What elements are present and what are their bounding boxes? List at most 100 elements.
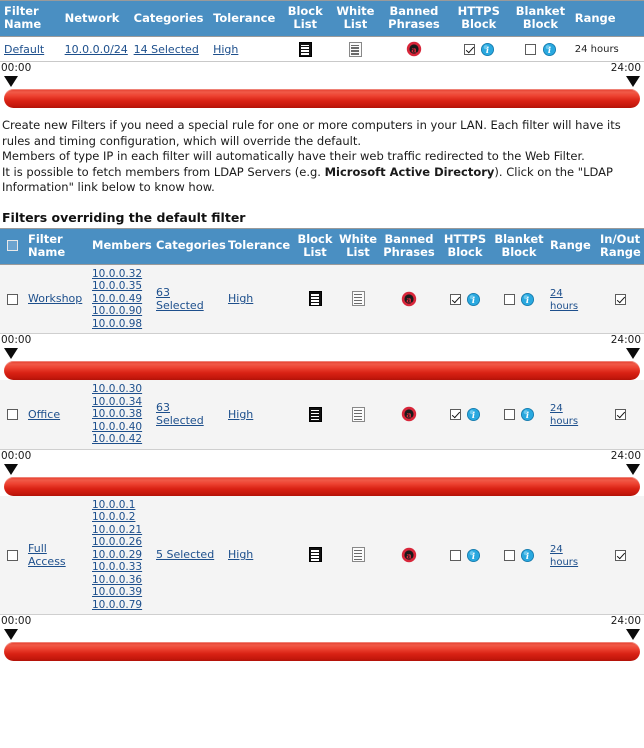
range-link[interactable]: 24 hours <box>550 544 578 568</box>
timeline-end-handle[interactable] <box>626 348 640 359</box>
categories-link[interactable]: 14 Selected <box>134 43 199 56</box>
tolerance-link[interactable]: High <box>228 292 253 305</box>
member-ip-link[interactable]: 10.0.0.36 <box>92 574 148 587</box>
col-header-blanket-block[interactable]: Blanket Block <box>492 227 546 265</box>
member-ip-link[interactable]: 10.0.0.29 <box>92 549 148 562</box>
timeline-range-bar[interactable] <box>4 642 640 661</box>
col-header-block-list[interactable]: Block List <box>294 227 336 265</box>
col-header-tolerance[interactable]: Tolerance <box>209 0 281 37</box>
col-header-block-list[interactable]: Block List <box>280 0 331 37</box>
block-list-icon[interactable] <box>298 41 312 57</box>
col-header-network[interactable]: Network <box>60 0 130 37</box>
info-icon[interactable]: i <box>521 408 535 421</box>
filter-timeline[interactable]: 00:00 24:00 <box>0 334 644 380</box>
info-icon[interactable]: i <box>481 42 495 56</box>
member-ip-link[interactable]: 10.0.0.79 <box>92 599 148 612</box>
col-header-filter-name[interactable]: Filter Name <box>0 0 61 37</box>
col-header-tolerance[interactable]: Tolerance <box>224 227 294 265</box>
col-header-members[interactable]: Members <box>88 227 152 265</box>
blanket-block-checkbox[interactable] <box>503 549 515 561</box>
range-link[interactable]: 24 hours <box>550 403 578 427</box>
col-header-banned-phrases[interactable]: Banned Phrases <box>380 0 448 37</box>
member-ip-link[interactable]: 10.0.0.21 <box>92 524 148 537</box>
timeline-start-handle[interactable] <box>4 76 18 87</box>
col-header-categories[interactable]: Categories <box>152 227 226 265</box>
col-header-blanket-block[interactable]: Blanket Block <box>510 0 571 37</box>
info-icon[interactable]: i <box>467 292 481 306</box>
white-list-icon[interactable] <box>351 406 365 422</box>
https-block-checkbox[interactable] <box>449 293 461 305</box>
banned-phrases-icon[interactable]: a <box>401 406 417 422</box>
timeline-end-handle[interactable] <box>626 463 640 475</box>
tolerance-link[interactable]: High <box>228 408 253 421</box>
filter-name-link[interactable]: Workshop <box>28 292 82 305</box>
timeline-start-handle[interactable] <box>4 629 18 640</box>
col-header-range[interactable]: Range <box>570 0 644 37</box>
member-ip-link[interactable]: 10.0.0.90 <box>92 305 148 318</box>
member-ip-link[interactable]: 10.0.0.42 <box>92 433 148 446</box>
https-block-checkbox[interactable] <box>449 409 461 420</box>
https-block-checkbox[interactable] <box>449 549 461 561</box>
timeline-start-handle[interactable] <box>4 348 18 359</box>
info-icon[interactable]: i <box>521 292 535 306</box>
network-link[interactable]: 10.0.0.0/24 <box>65 43 128 56</box>
blanket-block-checkbox[interactable] <box>503 409 515 420</box>
info-icon[interactable]: i <box>521 548 535 562</box>
member-ip-link[interactable]: 10.0.0.98 <box>92 318 148 331</box>
col-header-range[interactable]: Range <box>546 227 596 265</box>
member-ip-link[interactable]: 10.0.0.49 <box>92 293 148 306</box>
white-list-icon[interactable] <box>351 291 365 307</box>
col-header-white-list[interactable]: White List <box>336 227 380 265</box>
tolerance-link[interactable]: High <box>228 548 253 561</box>
blanket-block-checkbox[interactable] <box>503 293 515 305</box>
categories-link[interactable]: 5 Selected <box>156 548 214 561</box>
timeline-range-bar[interactable] <box>4 361 640 380</box>
member-ip-link[interactable]: 10.0.0.38 <box>92 408 148 421</box>
col-header-white-list[interactable]: White List <box>330 0 381 37</box>
member-ip-link[interactable]: 10.0.0.1 <box>92 499 148 512</box>
in-out-range-checkbox[interactable] <box>614 409 626 421</box>
member-ip-link[interactable]: 10.0.0.34 <box>92 396 148 409</box>
col-header-in-out-range[interactable]: In/Out Range <box>596 227 644 265</box>
filter-name-link[interactable]: Full Access <box>28 542 66 568</box>
white-list-icon[interactable] <box>351 547 365 563</box>
in-out-range-checkbox[interactable] <box>614 293 626 305</box>
member-ip-link[interactable]: 10.0.0.26 <box>92 536 148 549</box>
col-header-categories[interactable]: Categories <box>129 0 210 37</box>
row-select-checkbox[interactable] <box>6 409 18 421</box>
row-select-checkbox[interactable] <box>6 549 18 561</box>
col-header-https-block[interactable]: HTTPS Block <box>438 227 492 265</box>
timeline-end-handle[interactable] <box>626 76 640 87</box>
in-out-range-checkbox[interactable] <box>614 549 626 561</box>
timeline-start-handle[interactable] <box>4 463 18 475</box>
tolerance-link[interactable]: High <box>213 43 238 56</box>
default-filter-timeline[interactable]: 00:00 24:00 <box>0 62 644 108</box>
member-ip-link[interactable]: 10.0.0.39 <box>92 586 148 599</box>
categories-link[interactable]: 63 Selected <box>156 286 204 312</box>
banned-phrases-icon[interactable]: a <box>401 547 417 563</box>
col-header-select-all[interactable] <box>0 227 24 265</box>
blanket-block-checkbox[interactable] <box>525 43 537 55</box>
info-icon[interactable]: i <box>467 408 481 421</box>
filter-name-link[interactable]: Default <box>4 43 44 56</box>
filter-timeline[interactable]: 00:00 24:00 <box>0 450 644 496</box>
member-ip-link[interactable]: 10.0.0.33 <box>92 561 148 574</box>
info-icon[interactable]: i <box>467 548 481 562</box>
member-ip-link[interactable]: 10.0.0.2 <box>92 511 148 524</box>
col-header-banned-phrases[interactable]: Banned Phrases <box>380 227 438 265</box>
info-icon[interactable]: i <box>542 42 556 56</box>
member-ip-link[interactable]: 10.0.0.35 <box>92 280 148 293</box>
member-ip-link[interactable]: 10.0.0.40 <box>92 421 148 434</box>
categories-link[interactable]: 63 Selected <box>156 401 204 427</box>
select-all-checkbox[interactable] <box>6 240 18 251</box>
range-link[interactable]: 24 hours <box>550 288 578 312</box>
white-list-icon[interactable] <box>348 41 362 57</box>
row-select-checkbox[interactable] <box>6 293 18 305</box>
member-ip-link[interactable]: 10.0.0.32 <box>92 268 148 281</box>
block-list-icon[interactable] <box>308 291 322 307</box>
timeline-end-handle[interactable] <box>626 629 640 640</box>
block-list-icon[interactable] <box>308 547 322 563</box>
https-block-checkbox[interactable] <box>463 43 475 55</box>
filter-name-link[interactable]: Office <box>28 408 60 421</box>
col-header-filter-name[interactable]: Filter Name <box>24 227 88 265</box>
